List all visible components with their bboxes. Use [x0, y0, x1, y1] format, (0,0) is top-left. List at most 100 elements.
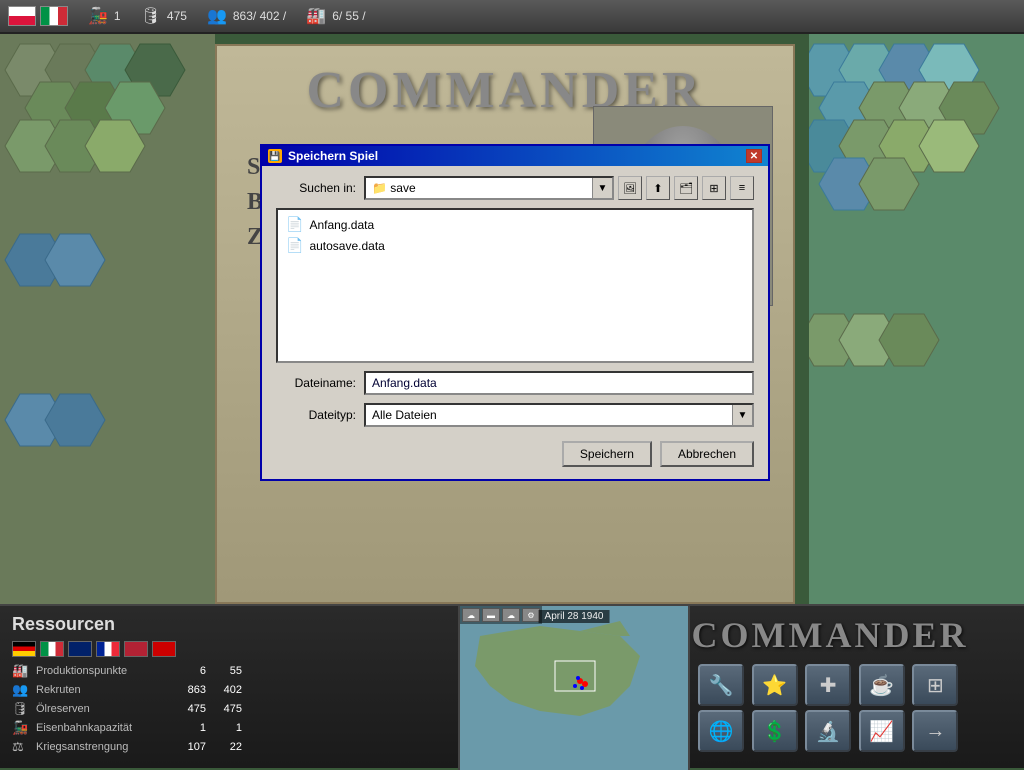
- toolbar-btn-3[interactable]: 🗂: [674, 176, 698, 200]
- res-name: Produktionspunkte: [36, 665, 176, 677]
- res-val2: 55: [212, 665, 242, 677]
- cmd-btn-arrow[interactable]: →: [912, 710, 958, 752]
- search-combo[interactable]: 📁 save ▼: [364, 176, 614, 200]
- filetype-row: Dateityp: Alle Dateien ▼: [276, 403, 754, 427]
- resource-row: 🏭 Produktionspunkte 6 55: [12, 663, 446, 679]
- filetype-combo[interactable]: Alle Dateien ▼: [364, 403, 754, 427]
- flag-italy: [40, 6, 68, 26]
- flag-germany: [12, 641, 36, 657]
- cmd-btn-globe[interactable]: 🌐: [698, 710, 744, 752]
- filetype-label: Dateityp:: [276, 408, 356, 422]
- cmd-btn-dollar[interactable]: 💲: [752, 710, 798, 752]
- train-icon: 🚂: [88, 6, 108, 26]
- res-name: Rekruten: [36, 684, 176, 696]
- bottom-bar: Ressourcen 🏭 Produktionspunkte 6 55 👥 Re…: [0, 604, 1024, 768]
- flag-uk: [68, 641, 92, 657]
- minimap-svg: [460, 606, 690, 770]
- save-dialog: 💾 Speichern Spiel ✕ Suchen in: 📁 save ▼ …: [260, 144, 770, 481]
- manpower-icon: 👥: [207, 6, 227, 26]
- minimap-panel: ☁ ▬ ☁ ⚙ April 28 1940: [460, 606, 690, 770]
- search-in-row: Suchen in: 📁 save ▼ 🖼 ⬆ 🗂 ⊞ ≡: [276, 176, 754, 200]
- flag-france: [96, 641, 120, 657]
- cmd-btn-coffee[interactable]: ☕: [859, 664, 905, 706]
- resource-rows: 🏭 Produktionspunkte 6 55 👥 Rekruten 863 …: [12, 663, 446, 755]
- res-name: Kriegsanstrengung: [36, 741, 176, 753]
- nation-flags: [12, 641, 446, 657]
- commander-title: COMMANDER: [690, 606, 970, 660]
- dialog-close-button[interactable]: ✕: [746, 149, 762, 163]
- cmd-btn-chart[interactable]: 📈: [859, 710, 905, 752]
- cmd-btn-wrench[interactable]: 🔧: [698, 664, 744, 706]
- stat-manpower: 👥 863/ 402 /: [207, 6, 286, 26]
- res-icon: 👥: [12, 682, 32, 698]
- res-val2: 402: [212, 684, 242, 696]
- resources-title: Ressourcen: [12, 614, 446, 635]
- cmd-btn-plus[interactable]: ✚: [805, 664, 851, 706]
- stat-train: 🚂 1: [88, 6, 121, 26]
- left-map: [0, 34, 215, 604]
- file-item-1[interactable]: 📄 Anfang.data: [282, 214, 748, 235]
- flag-soviet: [152, 641, 176, 657]
- filename-row: Dateiname:: [276, 371, 754, 395]
- stat-industry: 🏭 6/ 55 /: [306, 6, 365, 26]
- filetype-combo-text: Alle Dateien: [366, 408, 732, 422]
- res-icon: 🏭: [12, 663, 32, 679]
- res-val1: 475: [176, 703, 206, 715]
- flag-italy-bottom: [40, 641, 64, 657]
- minimap-bg: [460, 606, 688, 770]
- filename-input[interactable]: [364, 371, 754, 395]
- dialog-buttons: Speichern Abbrechen: [276, 435, 754, 469]
- res-val1: 6: [176, 665, 206, 677]
- res-val2: 22: [212, 741, 242, 753]
- resource-row: 👥 Rekruten 863 402: [12, 682, 446, 698]
- commander-buttons: 🔧 ⭐ ✚ ☕ ⊞ 🌐 💲 🔬 📈 →: [690, 660, 970, 756]
- dialog-title: Speichern Spiel: [288, 149, 378, 163]
- toolbar-btn-2[interactable]: ⬆: [646, 176, 670, 200]
- search-combo-arrow[interactable]: ▼: [592, 178, 612, 198]
- cancel-button[interactable]: Abbrechen: [660, 441, 754, 467]
- flag-usa: [124, 641, 148, 657]
- res-val1: 863: [176, 684, 206, 696]
- search-combo-text: 📁 save: [366, 181, 592, 195]
- cmd-btn-grid[interactable]: ⊞: [912, 664, 958, 706]
- resource-row: 🛢 Ölreserven 475 475: [12, 701, 446, 717]
- res-val1: 107: [176, 741, 206, 753]
- resource-row: ⚖ Kriegsanstrengung 107 22: [12, 739, 446, 755]
- commander-panel: COMMANDER 🔧 ⭐ ✚ ☕ ⊞ 🌐 💲 🔬 📈 →: [690, 606, 970, 770]
- flag-group: [8, 6, 68, 26]
- toolbar-btn-1[interactable]: 🖼: [618, 176, 642, 200]
- res-icon: ⚖: [12, 739, 32, 755]
- top-bar: 🚂 1 🛢 475 👥 863/ 402 / 🏭 6/ 55 /: [0, 0, 1024, 34]
- filetype-combo-arrow[interactable]: ▼: [732, 405, 752, 425]
- resource-row: 🚂 Eisenbahnkapazität 1 1: [12, 720, 446, 736]
- file-item-2[interactable]: 📄 autosave.data: [282, 235, 748, 256]
- res-val1: 1: [176, 722, 206, 734]
- flag-poland: [8, 6, 36, 26]
- supply-icon: 🛢: [141, 6, 161, 26]
- filename-label: Dateiname:: [276, 376, 356, 390]
- resources-panel: Ressourcen 🏭 Produktionspunkte 6 55 👥 Re…: [0, 606, 460, 770]
- mini-btn-gear[interactable]: ⚙: [522, 608, 540, 622]
- dialog-titlebar: 💾 Speichern Spiel ✕: [262, 146, 768, 166]
- file-list: 📄 Anfang.data 📄 autosave.data: [276, 208, 754, 363]
- res-icon: 🛢: [12, 701, 32, 717]
- mini-btn-box[interactable]: ▬: [482, 608, 500, 622]
- right-map-svg: [809, 34, 1024, 604]
- minimap-date: April 28 1940: [539, 610, 610, 623]
- save-button[interactable]: Speichern: [562, 441, 652, 467]
- minimap-toolbar: ☁ ▬ ☁ ⚙: [460, 606, 542, 624]
- res-name: Eisenbahnkapazität: [36, 722, 176, 734]
- toolbar-btn-4[interactable]: ⊞: [702, 176, 726, 200]
- cmd-btn-research[interactable]: 🔬: [805, 710, 851, 752]
- search-label: Suchen in:: [276, 181, 356, 195]
- stat-supply: 🛢 475: [141, 6, 187, 26]
- cmd-btn-star[interactable]: ⭐: [752, 664, 798, 706]
- toolbar-btn-5[interactable]: ≡: [730, 176, 754, 200]
- mini-btn-cloud2[interactable]: ☁: [502, 608, 520, 622]
- search-input-wrapper: 📁 save ▼ 🖼 ⬆ 🗂 ⊞ ≡: [364, 176, 754, 200]
- file-name-1: Anfang.data: [309, 218, 374, 232]
- mini-btn-cloud[interactable]: ☁: [462, 608, 480, 622]
- left-map-svg: [0, 34, 215, 604]
- res-val2: 475: [212, 703, 242, 715]
- res-name: Ölreserven: [36, 703, 176, 715]
